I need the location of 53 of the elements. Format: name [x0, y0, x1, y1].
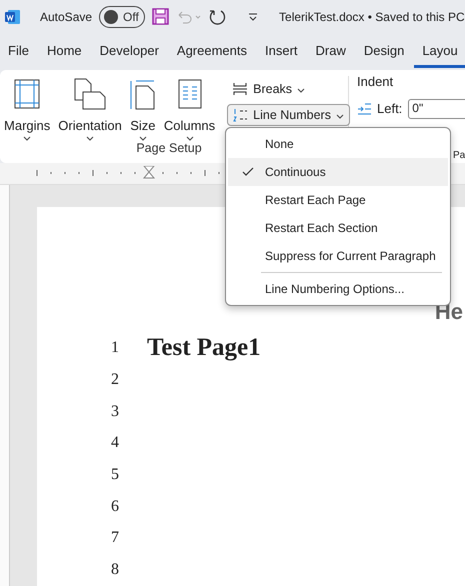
line-number: 6 [111, 498, 119, 516]
checkmark-icon [242, 167, 254, 177]
ribbon-tab[interactable]: File [0, 35, 36, 68]
ribbon-tab[interactable]: Insert [257, 35, 305, 68]
chevron-icon [86, 136, 94, 141]
paragraph-label: Pa [453, 150, 465, 161]
ribbon-button[interactable]: Orientation [56, 76, 124, 141]
ribbon-button[interactable]: Columns [162, 76, 218, 141]
line-number: 5 [111, 466, 119, 484]
word-logo-icon [5, 8, 21, 25]
indent-left-icon [357, 102, 371, 115]
margins-icon [14, 78, 40, 109]
line-number: 3 [111, 402, 119, 421]
group-label: Page Setup [136, 140, 202, 155]
menu-item[interactable]: None [228, 130, 448, 158]
line-number: 2 [111, 371, 119, 390]
document-title: TelerikTest.docx • Saved to this PC [279, 10, 465, 24]
chevron-icon [186, 136, 194, 141]
menu-item[interactable]: Continuous [228, 158, 448, 186]
autosave-label: AutoSave [40, 10, 92, 24]
ribbon-tab[interactable]: Design [356, 35, 412, 68]
ribbon-button[interactable]: Size [128, 76, 158, 141]
save-icon[interactable] [152, 8, 170, 26]
breaks-button[interactable]: Breaks [227, 78, 350, 100]
ribbon-tab[interactable]: Home [38, 35, 89, 68]
autosave-toggle[interactable]: Off [99, 6, 146, 28]
ribbon-button[interactable]: Margins [2, 76, 52, 141]
line-number: 1 [111, 339, 119, 358]
left-indent-label: Left: [377, 101, 402, 116]
menu-item[interactable]: Restart Each Section [228, 214, 448, 242]
line-number: 8 [111, 561, 119, 580]
chevron-icon [336, 114, 344, 119]
customize-toolbar-icon[interactable] [248, 12, 258, 21]
chevron-icon [138, 136, 147, 141]
left-indent-field[interactable]: 0" [408, 98, 465, 119]
columns-icon [178, 78, 202, 109]
line-number: 4 [111, 434, 119, 452]
line-number: 7 [111, 529, 119, 548]
line-numbers-button[interactable]: Line Numbers [227, 104, 350, 126]
menu-item[interactable]: Suppress for Current Paragraph [228, 242, 448, 270]
line-numbers-icon [232, 106, 248, 123]
size-icon [130, 78, 156, 110]
document-heading: Test Page1 [146, 334, 262, 362]
redo-icon[interactable] [209, 8, 228, 26]
ribbon-tab[interactable]: Agreements [168, 35, 254, 68]
orientation-icon [74, 78, 106, 110]
ribbon-tab[interactable]: Developer [92, 35, 166, 68]
ribbon-tab[interactable]: Draw [308, 35, 353, 68]
menu-item[interactable]: Restart Each Page [228, 186, 448, 214]
chevron-icon [297, 88, 306, 93]
chevron-icon [23, 136, 32, 141]
breaks-icon [232, 82, 248, 96]
indent-label: Indent [357, 74, 394, 89]
